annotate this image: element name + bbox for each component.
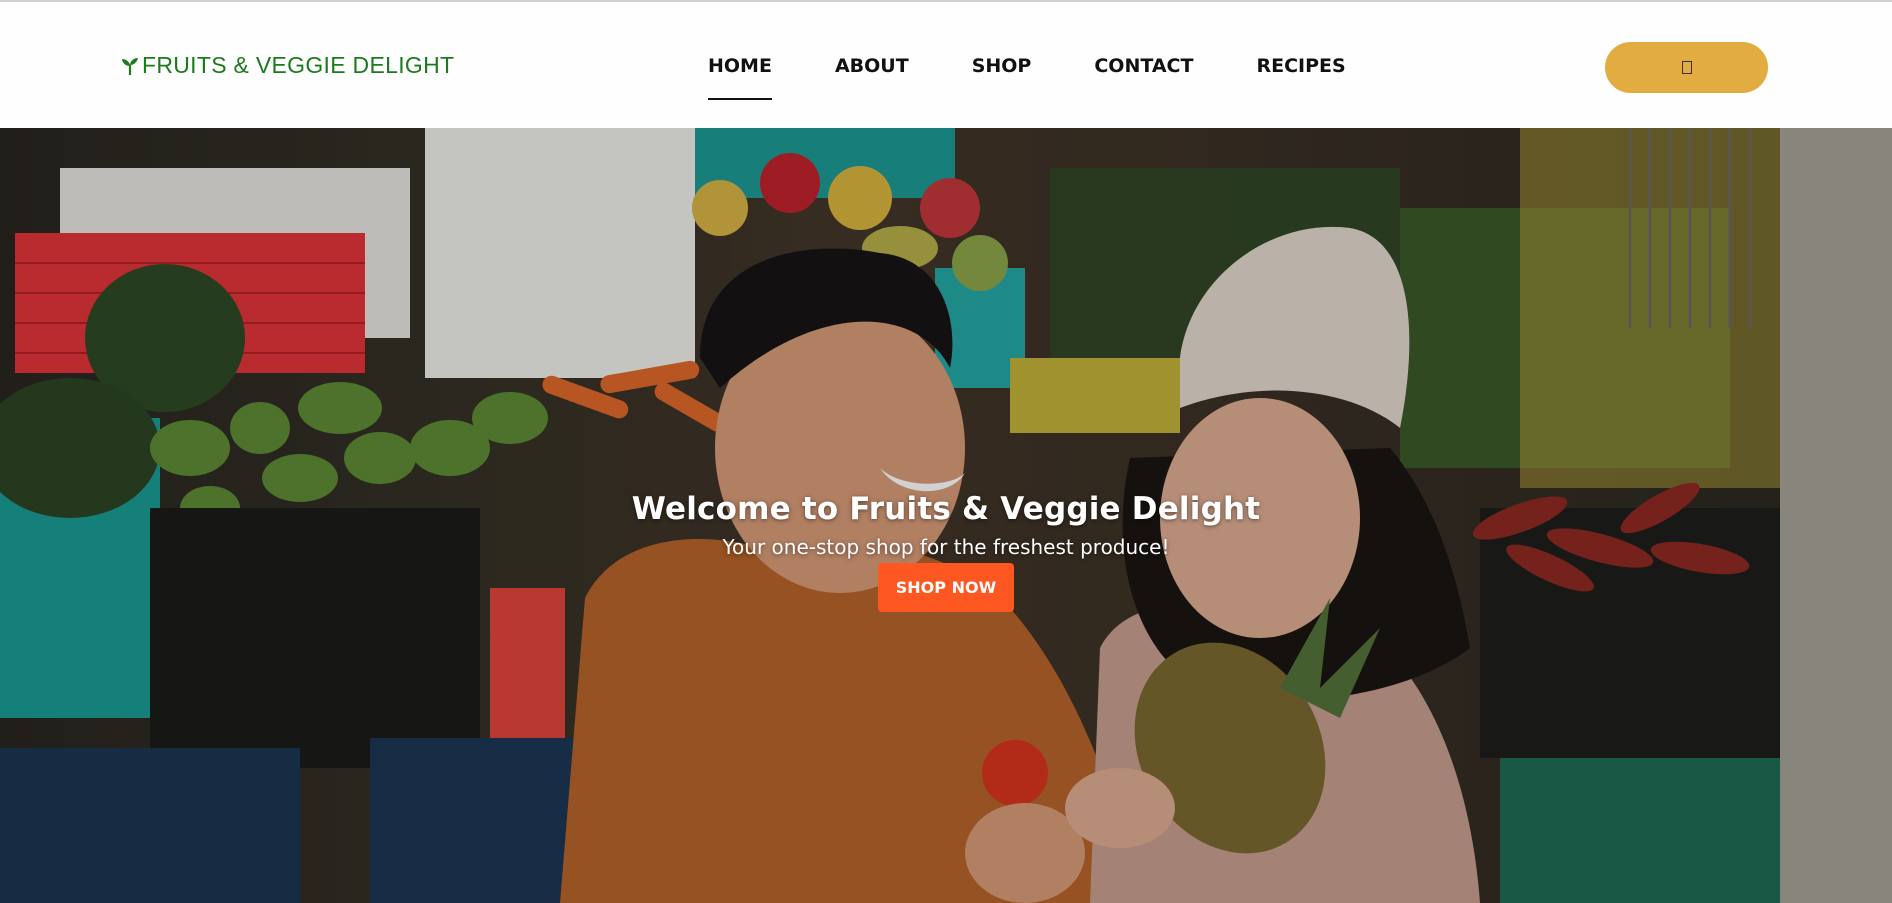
nav-contact[interactable]: CONTACT bbox=[1094, 52, 1193, 80]
site-header: FRUITS & VEGGIE DELIGHT HOME ABOUT SHOP … bbox=[0, 2, 1892, 128]
nav-shop[interactable]: SHOP bbox=[972, 52, 1032, 80]
hero-section: Welcome to Fruits & Veggie Delight Your … bbox=[0, 128, 1892, 903]
brand-name: FRUITS & VEGGIE DELIGHT bbox=[142, 52, 455, 78]
main-nav: HOME ABOUT SHOP CONTACT RECIPES bbox=[708, 52, 1409, 100]
nav-about[interactable]: ABOUT bbox=[835, 52, 909, 80]
hero-subtitle: Your one-stop shop for the freshest prod… bbox=[722, 535, 1170, 559]
cart-button[interactable] bbox=[1605, 42, 1768, 93]
nav-recipes[interactable]: RECIPES bbox=[1256, 52, 1345, 80]
nav-home[interactable]: HOME bbox=[708, 52, 772, 100]
brand-logo[interactable]: FRUITS & VEGGIE DELIGHT bbox=[120, 52, 454, 79]
cart-icon bbox=[1681, 61, 1692, 74]
hero-title: Welcome to Fruits & Veggie Delight bbox=[631, 491, 1261, 527]
sprout-icon bbox=[122, 57, 138, 75]
shop-now-button[interactable]: SHOP NOW bbox=[877, 563, 1015, 612]
hero-content: Welcome to Fruits & Veggie Delight Your … bbox=[0, 491, 1892, 612]
